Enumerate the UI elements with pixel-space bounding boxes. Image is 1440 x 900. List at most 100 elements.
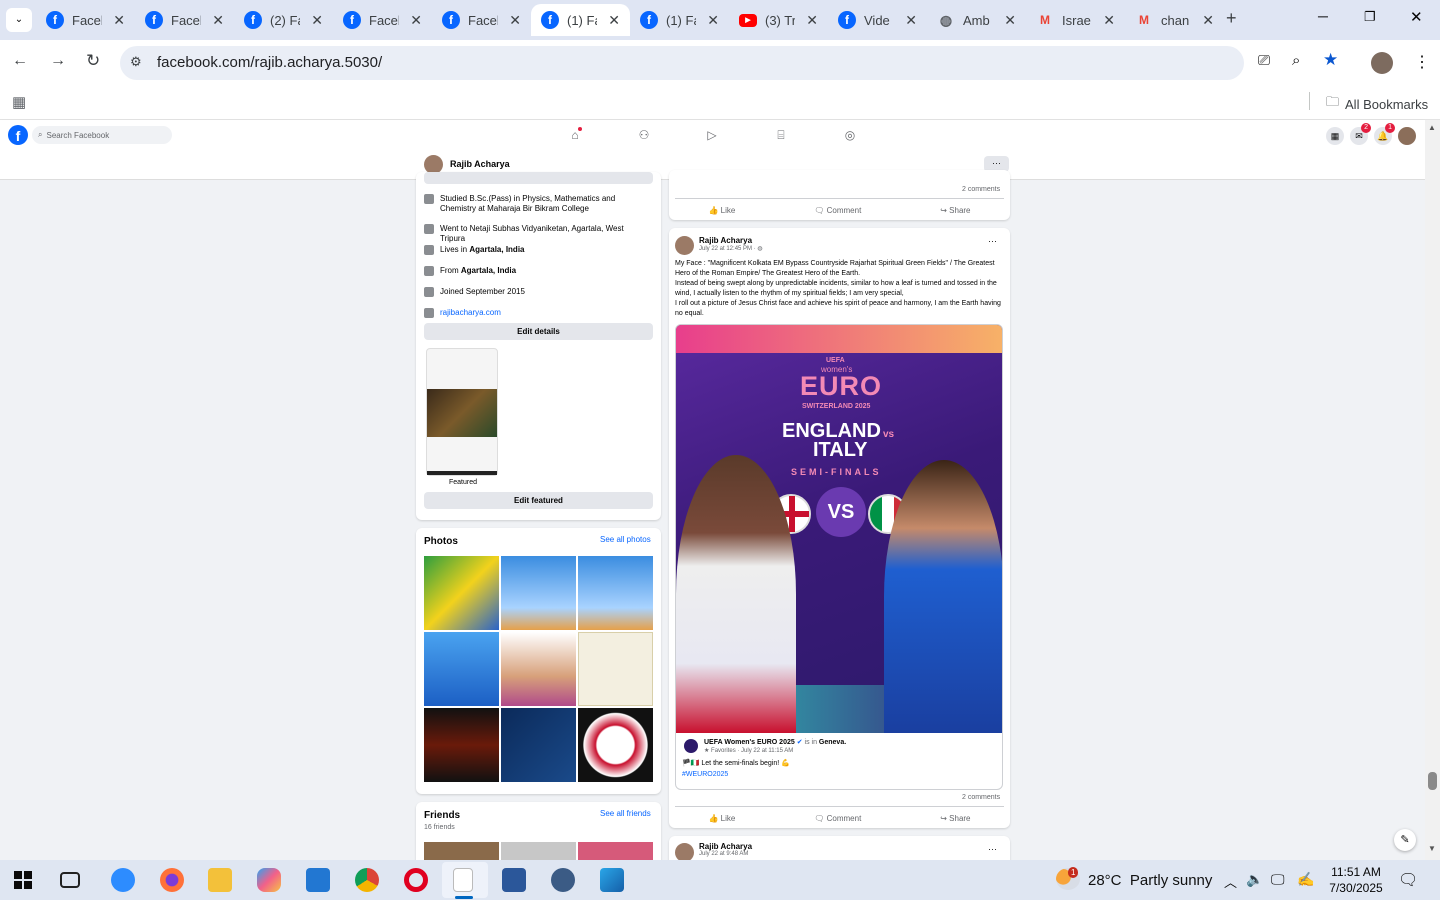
network-icon[interactable]: 🖵 — [1271, 871, 1285, 888]
zoom-icon[interactable]: ⌕ — [1292, 52, 1300, 69]
notepad-icon[interactable] — [453, 868, 473, 892]
shared-page-avatar[interactable] — [684, 739, 698, 753]
close-tab-icon[interactable]: ✕ — [113, 12, 125, 29]
share-button[interactable]: ↪ Share — [940, 814, 970, 823]
close-tab-icon[interactable]: ✕ — [311, 12, 323, 29]
photo-1[interactable] — [424, 556, 499, 630]
forward-button[interactable]: → — [50, 52, 66, 70]
browser-tab[interactable]: M Israe ✕ — [1026, 4, 1125, 36]
next-post-author[interactable]: Rajib Acharya — [699, 842, 752, 851]
photo-5[interactable] — [501, 632, 576, 706]
close-tab-icon[interactable]: ✕ — [1103, 12, 1115, 29]
euro-promo-image[interactable]: UEFA women's EURO SWITZERLAND 2025 ENGLA… — [676, 325, 1002, 733]
comment-button[interactable]: 🗨 Comment — [814, 814, 861, 823]
new-message-button[interactable]: ✎ — [1394, 829, 1416, 851]
friend-photo-3[interactable] — [578, 842, 653, 862]
bookmark-star-icon[interactable]: ★ — [1323, 50, 1338, 70]
browser-tab[interactable]: ◍ Amb ✕ — [927, 4, 1026, 36]
back-button[interactable]: ← — [12, 52, 28, 70]
groups-icon[interactable]: ◎ — [843, 128, 857, 142]
close-tab-icon[interactable]: ✕ — [608, 12, 620, 29]
apps-grid-icon[interactable]: ▦ — [12, 93, 26, 111]
photo-9[interactable] — [578, 708, 653, 782]
photo-2[interactable] — [501, 556, 576, 630]
browser-tab[interactable]: fFaceb✕ — [36, 4, 135, 36]
see-all-friends-link[interactable]: See all friends — [600, 809, 651, 818]
shared-post[interactable]: UEFA women's EURO SWITZERLAND 2025 ENGLA… — [675, 324, 1003, 790]
friend-photo-1[interactable] — [424, 842, 499, 862]
browser-tab[interactable]: f(1) Fa✕ — [630, 4, 729, 36]
browser-tab[interactable]: ▶ (3) Tr ✕ — [729, 4, 828, 36]
profile-name[interactable]: Rajib Acharya — [450, 159, 510, 169]
post-time[interactable]: July 22 at 12:45 PM · ◍ — [699, 245, 763, 252]
marketplace-icon[interactable]: ⌸ — [774, 128, 788, 142]
menu-kebab-icon[interactable]: ⋮ — [1414, 52, 1430, 72]
search-facebook-input[interactable]: ⌕ Search Facebook — [32, 126, 172, 144]
page-scrollbar[interactable]: ▲ ▼ — [1425, 120, 1440, 860]
photo-4[interactable] — [424, 632, 499, 706]
browser-tab[interactable]: f Vide ✕ — [828, 4, 927, 36]
shared-page-name[interactable]: UEFA Women's EURO 2025 — [704, 739, 795, 746]
profile-avatar[interactable] — [1371, 52, 1393, 74]
notification-center-icon[interactable]: 🗨 — [1398, 870, 1418, 890]
address-bar[interactable]: ⚙ facebook.com/rajib.acharya.5030/ ⎚ ⌕ ★ — [120, 46, 1338, 80]
install-app-icon[interactable]: ⎚ — [1258, 52, 1270, 69]
firefox-icon[interactable] — [160, 868, 184, 892]
clock[interactable]: 11:51 AM 7/30/2025 — [1328, 864, 1384, 896]
browser-tab[interactable]: fFaceb✕ — [432, 4, 531, 36]
tray-chevron-icon[interactable]: ︿ — [1224, 872, 1237, 891]
next-post-menu-icon[interactable]: ··· — [988, 844, 997, 854]
word-icon[interactable] — [502, 868, 526, 892]
close-window-button[interactable]: ✕ — [1410, 8, 1423, 26]
copilot-icon[interactable] — [257, 868, 281, 892]
facebook-logo-icon[interactable]: f — [8, 125, 28, 145]
photo-6[interactable] — [578, 632, 653, 706]
see-all-photos-link[interactable]: See all photos — [600, 535, 651, 544]
close-tab-icon[interactable]: ✕ — [410, 12, 422, 29]
post-author-avatar[interactable] — [675, 236, 694, 255]
edit-details-button[interactable]: Edit details — [424, 323, 653, 340]
menu-grid-icon[interactable]: ▦ — [1326, 127, 1344, 145]
video-icon[interactable]: ▷ — [705, 128, 719, 142]
site-info-icon[interactable]: ⚙ — [130, 54, 142, 70]
browser-tab[interactable]: fFaceb✕ — [333, 4, 432, 36]
post-comments-count[interactable]: 2 comments — [962, 794, 1000, 801]
file-explorer-icon[interactable] — [208, 868, 232, 892]
chrome-icon[interactable] — [355, 868, 379, 892]
close-tab-icon[interactable]: ✕ — [1202, 12, 1214, 29]
post-menu-icon[interactable]: ··· — [988, 236, 997, 246]
previous-post-comments[interactable]: 2 comments — [962, 186, 1000, 193]
browser-tab[interactable]: f(1) Fa✕ — [531, 4, 630, 36]
browser-tab[interactable]: Mchan ✕ — [1125, 4, 1224, 36]
close-tab-icon[interactable]: ✕ — [806, 12, 818, 29]
new-tab-button[interactable]: + — [1226, 8, 1237, 29]
store-icon[interactable] — [306, 868, 330, 892]
photos-app-icon[interactable] — [600, 868, 624, 892]
close-tab-icon[interactable]: ✕ — [509, 12, 521, 29]
close-tab-icon[interactable]: ✕ — [707, 12, 719, 29]
windows-start-icon[interactable] — [14, 871, 32, 889]
task-view-icon[interactable] — [60, 872, 80, 888]
opera-icon[interactable] — [404, 868, 428, 892]
tab-search-button[interactable]: ⌄ — [6, 8, 32, 32]
zoom-app-icon[interactable] — [111, 868, 135, 892]
messenger-icon[interactable]: ✉ 2 — [1350, 123, 1371, 145]
maximize-button[interactable]: ❐ — [1364, 9, 1376, 25]
edit-bio-button[interactable] — [424, 172, 653, 184]
scroll-down-arrow[interactable]: ▼ — [1428, 844, 1436, 853]
photo-3[interactable] — [578, 556, 653, 630]
friend-photo-2[interactable] — [501, 842, 576, 862]
scroll-thumb[interactable] — [1428, 772, 1437, 790]
friends-icon[interactable]: ⚇ — [637, 128, 651, 142]
weather-text[interactable]: 28°C Partly sunny — [1088, 872, 1212, 889]
hashtag-link[interactable]: #WEURO2025 — [682, 771, 728, 778]
next-post-time[interactable]: July 22 at 9:48 AM — [699, 851, 748, 857]
pen-icon[interactable]: ✍ — [1297, 871, 1314, 888]
shared-location[interactable]: Geneva. — [819, 739, 846, 746]
all-bookmarks-button[interactable]: 🗀 All Bookmarks — [1326, 93, 1428, 115]
minimize-button[interactable]: ─ — [1318, 8, 1328, 24]
account-avatar[interactable] — [1398, 127, 1416, 145]
close-tab-icon[interactable]: ✕ — [1004, 12, 1016, 29]
edit-featured-button[interactable]: Edit featured — [424, 492, 653, 509]
browser-tab[interactable]: fFaceb✕ — [135, 4, 234, 36]
